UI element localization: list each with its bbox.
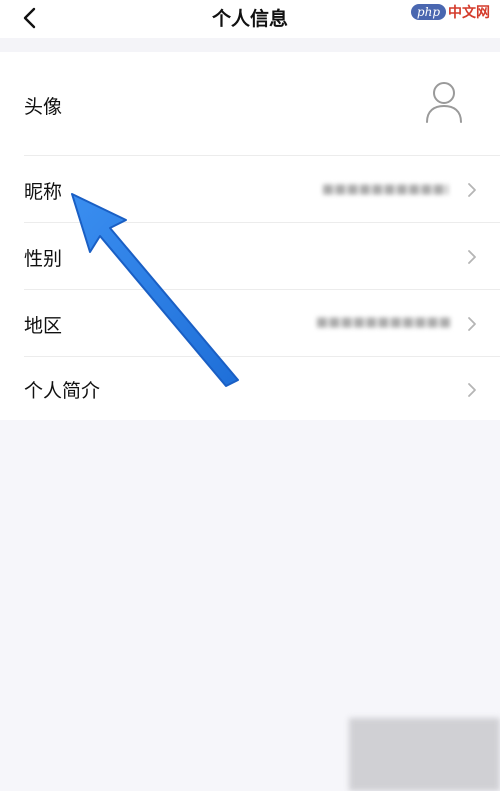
chevron-right-icon (468, 250, 476, 264)
watermark-text: 中文网 (448, 5, 490, 21)
row-gender[interactable]: 性别 (0, 223, 500, 290)
row-label-nickname: 昵称 (24, 181, 63, 203)
avatar-placeholder-icon (426, 82, 462, 123)
row-avatar[interactable]: 头像 (0, 52, 500, 156)
row-label-avatar: 头像 (24, 96, 63, 118)
row-region[interactable]: 地区 ■■■■■■■■■■■■■ (0, 290, 500, 357)
chevron-right-icon (468, 383, 476, 397)
personal-info-page: 个人信息 php 中文网 头像 昵称 ■■■■■■■■■■■■■ (0, 0, 500, 791)
row-label-gender: 性别 (24, 248, 63, 270)
row-label-region: 地区 (24, 315, 63, 337)
header-gap (0, 38, 500, 52)
blurred-corner (349, 718, 500, 791)
chevron-right-icon (468, 183, 476, 197)
site-watermark: php 中文网 (410, 2, 490, 22)
row-bio[interactable]: 个人简介 (0, 357, 500, 420)
nickname-value: ■■■■■■■■■■■■■ (322, 182, 448, 197)
header-bar: 个人信息 php 中文网 (0, 0, 500, 38)
watermark-badge: php (410, 4, 446, 20)
row-nickname[interactable]: 昵称 ■■■■■■■■■■■■■ (0, 156, 500, 223)
settings-list: 头像 昵称 ■■■■■■■■■■■■■ 性别 地区 (0, 52, 500, 420)
row-label-bio: 个人简介 (24, 380, 101, 402)
chevron-right-icon (468, 317, 476, 331)
region-value: ■■■■■■■■■■■■■ (316, 315, 452, 330)
